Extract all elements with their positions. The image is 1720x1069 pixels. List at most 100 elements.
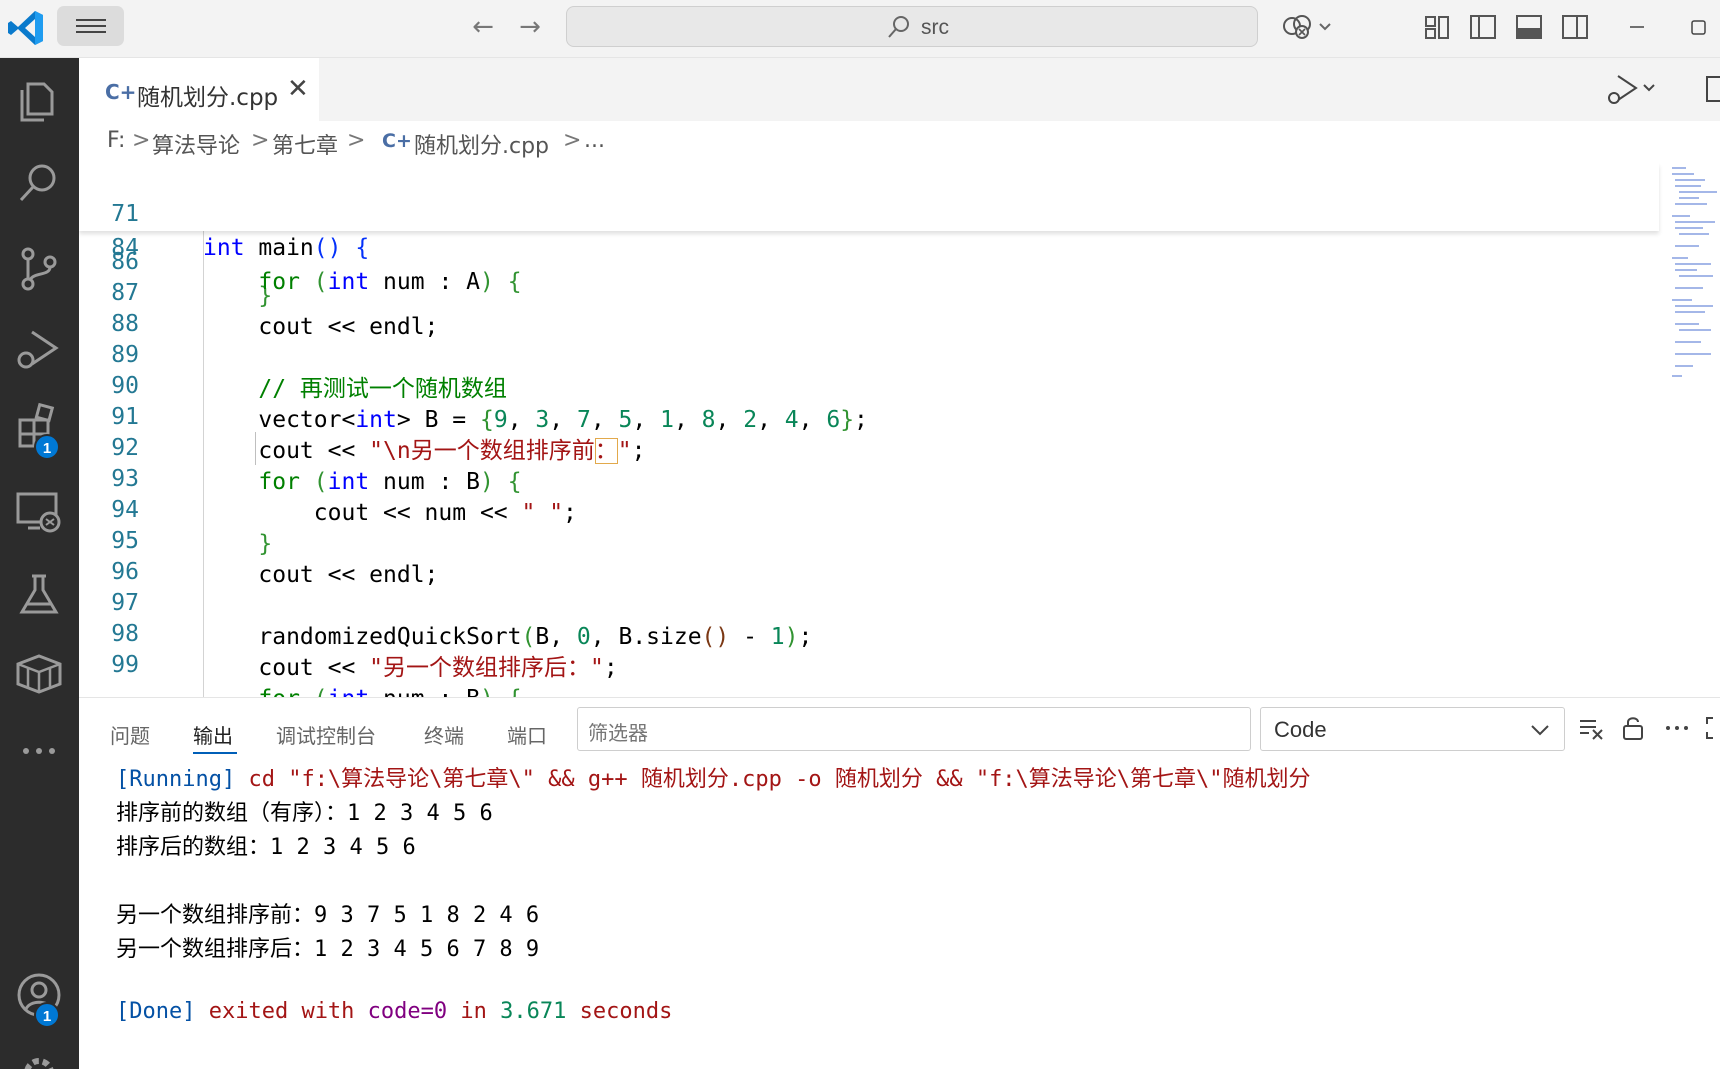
explorer-button[interactable]: [10, 70, 68, 128]
code-line: 91 cout << "\n另一个数组排序前：";: [79, 366, 1659, 464]
breadcrumb-folder-2[interactable]: 第七章: [272, 128, 338, 160]
files-icon: [20, 82, 54, 122]
chevron-down-icon: [1531, 725, 1549, 736]
breadcrumb-separator: >: [251, 128, 270, 153]
tab-ports[interactable]: 端口: [507, 720, 547, 749]
bottom-panel: 问题 输出 调试控制台 终端 端口 筛选器 Code [Running] cd …: [79, 697, 1720, 1069]
clear-output-icon[interactable]: [1577, 714, 1605, 742]
code-line: 93 cout << num << " ";: [79, 428, 1659, 526]
search-view-button[interactable]: [10, 154, 68, 212]
code-line: 96: [79, 521, 1659, 585]
copilot-icon[interactable]: [1282, 12, 1336, 42]
running-command: cd "f:\算法导论\第七章\" && g++ 随机划分.cpp -o 随机划…: [235, 767, 1311, 792]
code-line: 84 for (int num : A) {: [79, 197, 1659, 295]
maximize-window-icon[interactable]: [1684, 12, 1714, 42]
running-tag: [Running]: [116, 767, 236, 792]
tab-terminal[interactable]: 终端: [424, 720, 464, 749]
flask-icon: [19, 574, 59, 614]
line-number: 84: [111, 235, 139, 261]
breadcrumb-folder-1[interactable]: 算法导论: [152, 128, 240, 160]
breadcrumb-separator: >: [563, 128, 582, 153]
breadcrumb-more[interactable]: ...: [584, 128, 605, 153]
customize-layout-icon[interactable]: [1422, 12, 1452, 42]
code-editor[interactable]: 71 int main() { 84 for (int num : A) { 8…: [79, 163, 1720, 697]
forward-arrow-icon[interactable]: →: [515, 12, 545, 42]
output-channel-select[interactable]: Code: [1260, 707, 1565, 751]
testing-button[interactable]: [10, 566, 68, 624]
code-line: 99 for (int num : B) {: [79, 614, 1659, 697]
elapsed-time: 3.671: [500, 999, 567, 1024]
code-line: 94 }: [79, 459, 1659, 557]
lock-scroll-icon[interactable]: [1619, 714, 1647, 742]
extensions-button[interactable]: 1: [10, 398, 68, 460]
tab-problems[interactable]: 问题: [110, 720, 150, 749]
line-number: 99: [111, 652, 139, 678]
breadcrumb: F: > 算法导论 > 第七章 > C+ 随机划分.cpp > ...: [79, 121, 1720, 163]
gear-icon: [24, 1058, 54, 1069]
more-views-button[interactable]: [10, 722, 68, 780]
output-line: 另一个数组排序前：9 3 7 5 1 8 2 4 6: [116, 903, 540, 928]
exit-code: code=0: [367, 999, 448, 1024]
code-line: 97 randomizedQuickSort(B, 0, B.size() - …: [79, 552, 1659, 650]
extensions-badge: 1: [34, 434, 60, 460]
run-debug-icon: [17, 330, 59, 369]
main-menu-button[interactable]: [57, 6, 124, 46]
done-text: in: [447, 999, 501, 1024]
remote-explorer-icon: [16, 492, 61, 533]
close-tab-icon[interactable]: ✕: [287, 74, 309, 104]
editor-tab-active[interactable]: C+ 随机划分.cpp ✕: [79, 58, 319, 121]
output-line-running: [Running] cd "f:\算法导论\第七章\" && g++ 随机划分.…: [116, 761, 1311, 793]
breadcrumb-separator: >: [347, 128, 366, 153]
source-control-icon: [21, 247, 57, 291]
code-text: cout << "另一个数组排序后：";: [203, 655, 618, 681]
tab-debug-console[interactable]: 调试控制台: [276, 720, 376, 749]
toggle-secondary-sidebar-icon[interactable]: [1560, 12, 1590, 42]
filter-placeholder: 筛选器: [588, 721, 648, 745]
output-channel-value: Code: [1274, 717, 1327, 742]
output-filter-input[interactable]: 筛选器: [577, 707, 1251, 751]
active-tab-indicator: [193, 752, 237, 754]
code-text: int main() {: [203, 235, 370, 261]
code-line: 95 cout << endl;: [79, 490, 1659, 588]
vscode-logo-icon: [8, 11, 43, 45]
minimize-window-icon[interactable]: [1622, 12, 1652, 42]
code-line: 92 for (int num : B) {: [79, 397, 1659, 495]
sticky-scroll[interactable]: 71 int main() { 84 for (int num : A) {: [79, 163, 1659, 295]
done-tag: [Done]: [116, 999, 196, 1024]
manage-button[interactable]: [10, 1044, 68, 1069]
run-and-debug-button[interactable]: [10, 320, 68, 378]
done-text: seconds: [566, 999, 673, 1024]
code-line: 71 int main() {: [79, 163, 1659, 261]
breadcrumb-separator: >: [132, 128, 151, 153]
remote-explorer-button[interactable]: [10, 482, 68, 540]
command-center-search[interactable]: src: [566, 6, 1258, 47]
output-line: 排序前的数组（有序）：1 2 3 4 5 6: [116, 801, 493, 826]
code-line: 89 // 再测试一个随机数组: [79, 304, 1659, 402]
search-icon: [888, 16, 909, 38]
cpp-file-icon: C+: [382, 130, 412, 152]
code-text: for (int num : A) {: [258, 269, 522, 295]
toggle-primary-sidebar-icon[interactable]: [1468, 12, 1498, 42]
tab-output[interactable]: 输出: [193, 720, 233, 749]
breadcrumb-file[interactable]: 随机划分.cpp: [414, 128, 549, 160]
toggle-panel-icon[interactable]: [1514, 12, 1544, 42]
accounts-button[interactable]: 1: [10, 966, 68, 1028]
tab-label: 随机划分.cpp: [137, 85, 279, 111]
search-icon: [19, 164, 56, 202]
more-actions-icon[interactable]: [1663, 714, 1691, 742]
run-code-icon[interactable]: [1602, 72, 1658, 106]
back-arrow-icon[interactable]: ←: [468, 12, 498, 42]
split-editor-icon[interactable]: [1706, 76, 1720, 102]
cpp-file-icon: C+: [105, 80, 137, 104]
search-text: src: [921, 16, 949, 39]
activity-bar: 1 1: [0, 58, 79, 1069]
maximize-panel-icon[interactable]: [1703, 714, 1720, 742]
title-bar: ← → src: [0, 0, 1720, 58]
minimap[interactable]: [1671, 163, 1720, 383]
source-control-button[interactable]: [10, 240, 68, 298]
accounts-badge: 1: [34, 1002, 60, 1028]
containers-button[interactable]: [10, 644, 68, 702]
output-line: 另一个数组排序后：1 2 3 4 5 6 7 8 9: [116, 937, 540, 962]
output-line-done: [Done] exited with code=0 in 3.671 secon…: [116, 999, 672, 1024]
breadcrumb-drive[interactable]: F:: [107, 128, 125, 153]
